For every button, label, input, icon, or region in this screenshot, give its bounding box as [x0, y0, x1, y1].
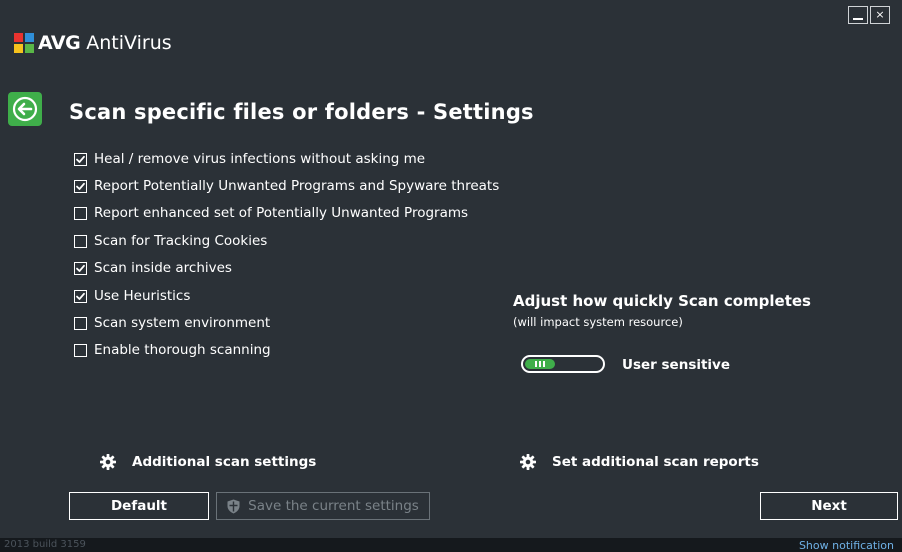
checkbox[interactable] [74, 343, 87, 357]
option-label: Scan inside archives [94, 260, 232, 276]
option-label: Scan system environment [94, 315, 271, 331]
scan-speed-slider[interactable] [521, 355, 605, 373]
gear-icon [100, 454, 116, 470]
checkbox[interactable] [74, 234, 87, 248]
option-label: Report enhanced set of Potentially Unwan… [94, 205, 469, 221]
option-label: Enable thorough scanning [94, 342, 271, 358]
minimize-button[interactable] [848, 6, 868, 24]
close-icon: × [875, 8, 885, 21]
avg-window: × AVG AntiVirus Scan specific files or f… [0, 0, 902, 552]
back-arrow-icon [12, 96, 38, 122]
checkbox[interactable] [74, 179, 87, 193]
option-label: Scan for Tracking Cookies [94, 233, 268, 249]
option-scan-archives[interactable]: Scan inside archives [74, 259, 232, 277]
checkbox[interactable] [74, 289, 87, 303]
product-name: AntiVirus [86, 32, 172, 54]
minimize-icon [853, 18, 863, 20]
option-report-enhanced-pup[interactable]: Report enhanced set of Potentially Unwan… [74, 204, 468, 222]
option-report-pup[interactable]: Report Potentially Unwanted Programs and… [74, 177, 499, 195]
speed-heading: Adjust how quickly Scan completes [513, 292, 811, 310]
save-settings-button[interactable]: Save the current settings [216, 492, 430, 520]
close-button[interactable]: × [870, 6, 890, 24]
additional-scan-reports-link[interactable]: Set additional scan reports [520, 454, 759, 470]
checkbox[interactable] [74, 261, 87, 275]
default-button[interactable]: Default [69, 492, 209, 520]
app-title: AVG AntiVirus [38, 32, 172, 54]
option-thorough-scanning[interactable]: Enable thorough scanning [74, 341, 271, 359]
checkmark-icon [76, 264, 85, 272]
option-system-environment[interactable]: Scan system environment [74, 314, 270, 332]
option-label: Use Heuristics [94, 288, 191, 304]
checkbox[interactable] [74, 316, 87, 330]
speed-value-label: User sensitive [622, 357, 731, 373]
option-label: Report Potentially Unwanted Programs and… [94, 178, 500, 194]
speed-subheading: (will impact system resource) [513, 315, 683, 329]
slider-grip-icon[interactable] [535, 361, 545, 367]
next-button[interactable]: Next [760, 492, 898, 520]
checkbox[interactable] [74, 152, 87, 166]
status-bar [0, 538, 902, 552]
link-label: Additional scan settings [132, 454, 317, 470]
option-heuristics[interactable]: Use Heuristics [74, 287, 190, 305]
back-button[interactable] [8, 92, 42, 126]
avg-logo-icon [14, 33, 34, 53]
page-title: Scan specific files or folders - Setting… [69, 100, 534, 124]
checkmark-icon [76, 182, 85, 190]
additional-scan-settings-link[interactable]: Additional scan settings [100, 454, 316, 470]
option-label: Heal / remove virus infections without a… [94, 151, 426, 167]
link-label: Set additional scan reports [552, 454, 759, 470]
gear-icon [520, 454, 536, 470]
option-tracking-cookies[interactable]: Scan for Tracking Cookies [74, 232, 267, 250]
save-button-label: Save the current settings [248, 498, 419, 514]
build-info: 2013 build 3159 [4, 539, 86, 550]
checkmark-icon [76, 292, 85, 300]
option-heal-viruses[interactable]: Heal / remove virus infections without a… [74, 150, 425, 168]
checkbox[interactable] [74, 206, 87, 220]
show-notification-link[interactable]: Show notification [799, 539, 894, 552]
brand-name: AVG [38, 32, 81, 54]
shield-icon [227, 499, 240, 513]
checkmark-icon [76, 155, 85, 163]
